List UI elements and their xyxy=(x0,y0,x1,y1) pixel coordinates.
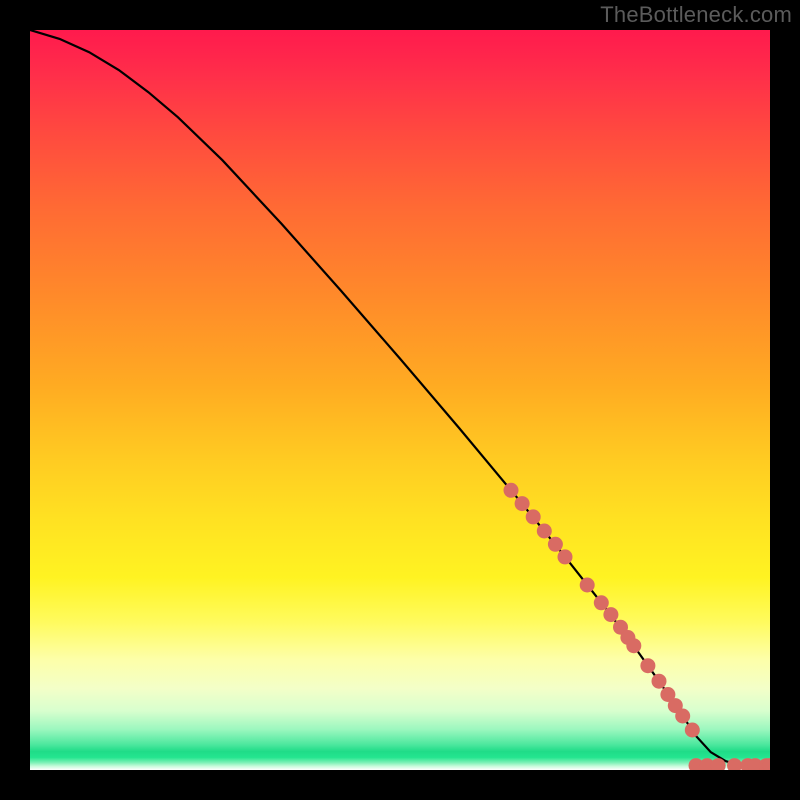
highlight-dot xyxy=(675,709,690,724)
highlight-dot xyxy=(594,595,609,610)
highlight-dot xyxy=(558,549,573,564)
curve-layer xyxy=(30,30,770,770)
highlight-dot xyxy=(526,509,541,524)
watermark-label: TheBottleneck.com xyxy=(600,2,792,28)
bottleneck-curve xyxy=(30,30,770,766)
highlight-dot xyxy=(580,578,595,593)
highlight-dot xyxy=(626,638,641,653)
highlight-dot xyxy=(640,658,655,673)
highlight-dot xyxy=(603,607,618,622)
plot-area xyxy=(30,30,770,770)
highlight-dot xyxy=(685,723,700,738)
chart-frame: TheBottleneck.com xyxy=(0,0,800,800)
highlight-dot xyxy=(537,524,552,539)
highlight-dot xyxy=(652,674,667,689)
highlight-dots xyxy=(504,483,771,770)
highlight-dot xyxy=(504,483,519,498)
highlight-dot xyxy=(727,758,742,770)
highlight-dot xyxy=(515,496,530,511)
highlight-dot xyxy=(548,537,563,552)
